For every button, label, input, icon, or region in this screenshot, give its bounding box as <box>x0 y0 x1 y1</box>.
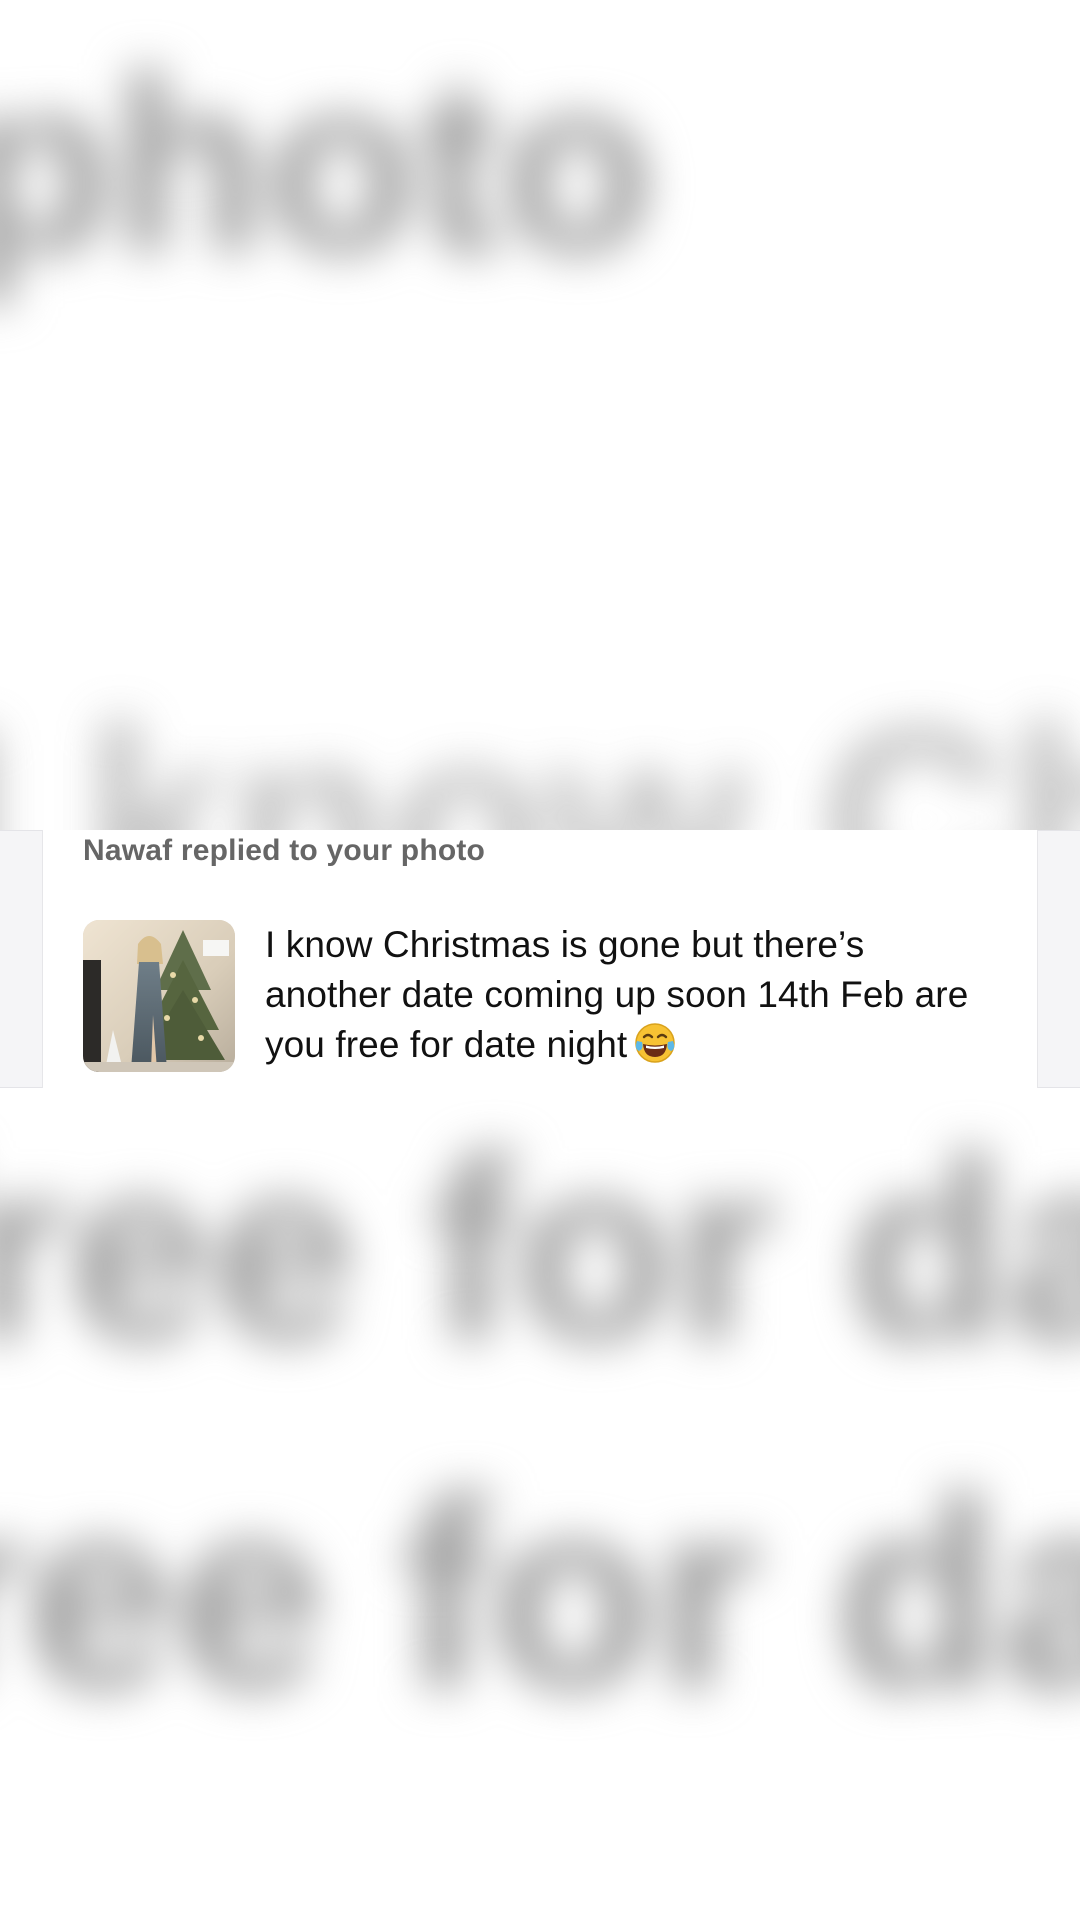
blurred-background-text-bottom: free for date night <box>0 1444 1080 1745</box>
blurred-background-text-top: photo <box>0 25 655 304</box>
reply-message: I know Christmas is gone but there’s ano… <box>265 920 995 1070</box>
photo-thumbnail-icon[interactable] <box>83 920 235 1072</box>
face-with-tears-of-joy-icon <box>635 1023 676 1063</box>
reply-notification-card[interactable]: Nawaf replied to your photo I know Chris… <box>42 830 1038 1088</box>
notification-strip: Nawaf replied to your photo I know Chris… <box>0 830 1080 1088</box>
notification-header: Nawaf replied to your photo <box>83 834 486 867</box>
reply-message-text: I know Christmas is gone but there’s ano… <box>265 924 969 1065</box>
blurred-background-text-lower: free for date <box>0 1105 1080 1395</box>
